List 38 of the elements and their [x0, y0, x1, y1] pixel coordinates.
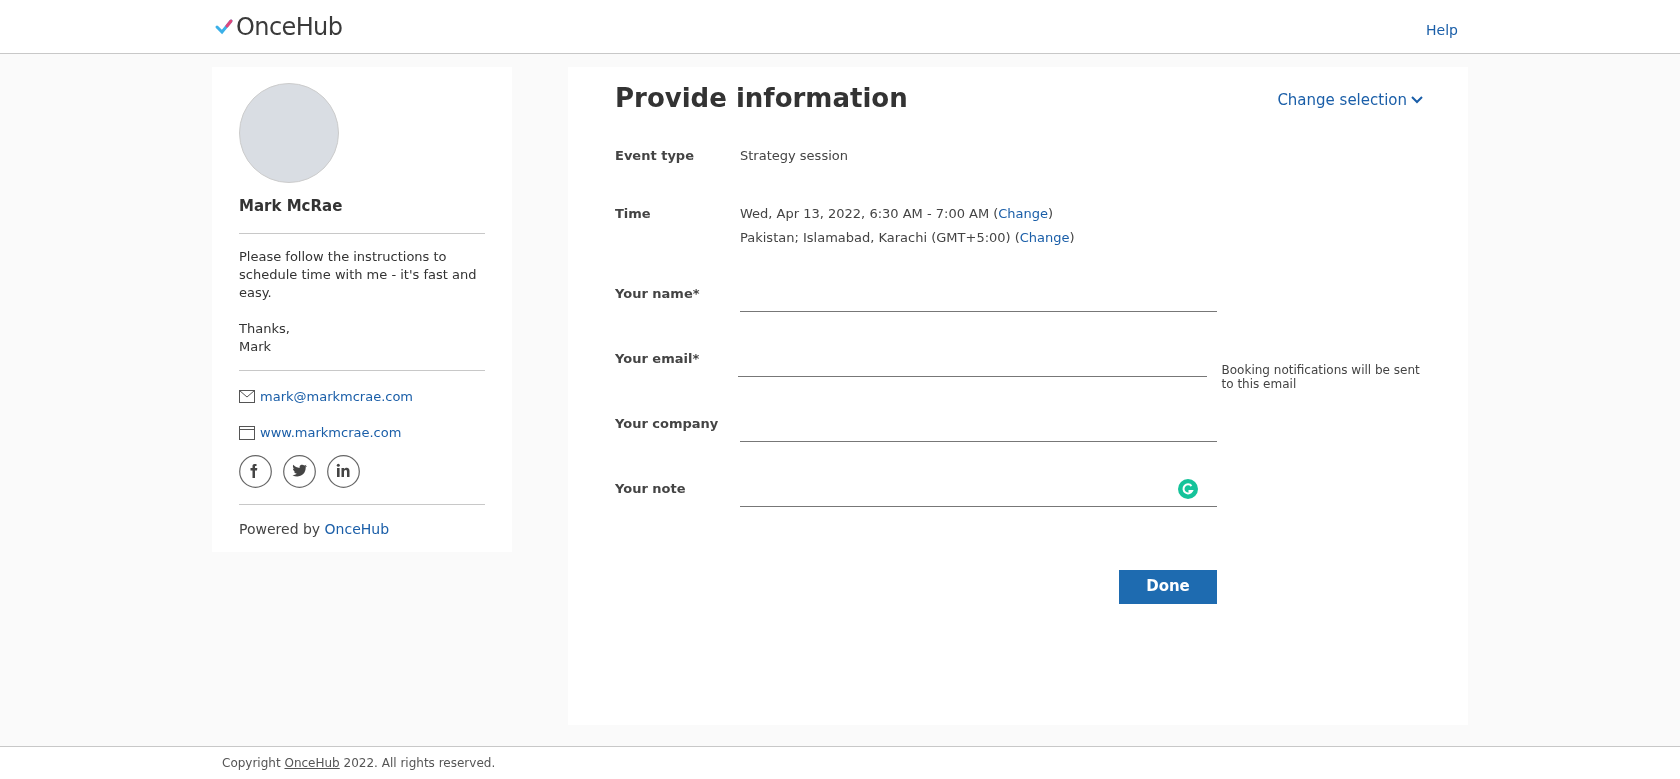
detail-value: Strategy session — [740, 147, 848, 165]
paren: ( — [1014, 229, 1020, 247]
mail-icon — [239, 389, 255, 403]
copyright-text: Copyright OnceHub 2022. All rights reserved. — [222, 755, 497, 772]
detail-label: Time — [615, 204, 652, 223]
field-hint: Booking notifications will be sent to this email — [1221, 362, 1421, 391]
field-label: Your email* — [615, 350, 701, 368]
twitter-icon[interactable] — [283, 454, 316, 488]
facebook-icon[interactable] — [239, 454, 272, 488]
profile-name: Mark McRae — [239, 195, 485, 234]
grammar-assistant-icon[interactable] — [1178, 478, 1198, 499]
field-label: Your company — [615, 415, 720, 433]
detail-value: Wed, Apr 13, 2022, 6:30 AM - 7:00 AM — [740, 204, 990, 223]
detail-label: Event type — [615, 147, 695, 165]
paren: ( — [993, 204, 999, 223]
field-label: Your note — [615, 480, 687, 498]
contact-link[interactable]: mark@markmcrae.com — [260, 386, 414, 406]
page-title: Provide information — [615, 82, 908, 115]
linkedin-icon[interactable] — [327, 454, 360, 488]
paren: ) — [1069, 229, 1075, 247]
oncehub-link[interactable]: OnceHub — [284, 756, 340, 770]
oncehub-link[interactable]: OnceHub — [324, 520, 390, 537]
welcome-message: Please follow the instructions to schedule time with me - it's fast and easy. — [239, 247, 478, 302]
chevron-down-icon — [1411, 96, 1423, 105]
paren: ) — [1048, 204, 1054, 223]
logo[interactable]: OnceHub — [214, 8, 343, 45]
field-label: Your name* — [615, 285, 701, 303]
detail-value: Pakistan; Islamabad, Karachi (GMT+5:00) — [740, 229, 1011, 247]
input-field[interactable] — [740, 476, 1217, 507]
welcome-message: Thanks, Mark — [239, 319, 291, 356]
powered-by-text: Powered by OnceHub — [239, 519, 391, 539]
done-button[interactable]: Done — [1119, 569, 1217, 604]
contact-link[interactable]: www.markmcrae.com — [260, 423, 402, 443]
change-link[interactable]: Change — [1019, 228, 1070, 248]
browser-window-icon — [239, 425, 255, 440]
change-selection-link[interactable]: Change selection — [1277, 89, 1423, 112]
change-link[interactable]: Change — [998, 203, 1049, 223]
help-link[interactable]: Help — [1426, 20, 1458, 41]
